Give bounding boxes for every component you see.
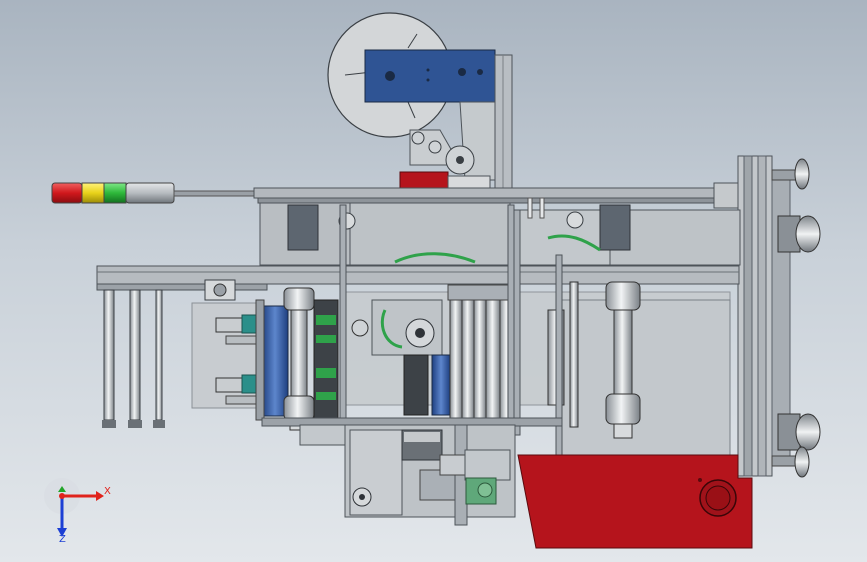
red-safety-guard bbox=[517, 454, 753, 549]
servo-motor-bottom bbox=[777, 413, 821, 451]
upper-inner-frame bbox=[259, 197, 741, 266]
reel-mount-plate bbox=[364, 49, 496, 103]
cable-connector bbox=[204, 279, 236, 301]
right-guard-panel bbox=[561, 299, 731, 457]
machine-model-view[interactable]: X Z bbox=[0, 0, 867, 562]
coordinate-triad: X Z bbox=[44, 478, 111, 545]
left-vertical-post bbox=[255, 299, 265, 421]
cad-viewport[interactable]: X Z bbox=[0, 0, 867, 562]
x-axis-label: X bbox=[104, 486, 111, 497]
red-sensor-block bbox=[399, 171, 449, 189]
sensor-bracket bbox=[447, 175, 491, 189]
servo-motor-top bbox=[777, 215, 821, 253]
left-roller-rack bbox=[102, 289, 165, 428]
signal-tower-light bbox=[51, 182, 255, 204]
lower-left-bracket bbox=[299, 424, 346, 446]
z-axis-label: Z bbox=[59, 534, 66, 545]
lower-base-frame bbox=[344, 424, 516, 526]
main-horizontal-beam bbox=[96, 265, 740, 291]
green-bracket bbox=[465, 477, 497, 505]
